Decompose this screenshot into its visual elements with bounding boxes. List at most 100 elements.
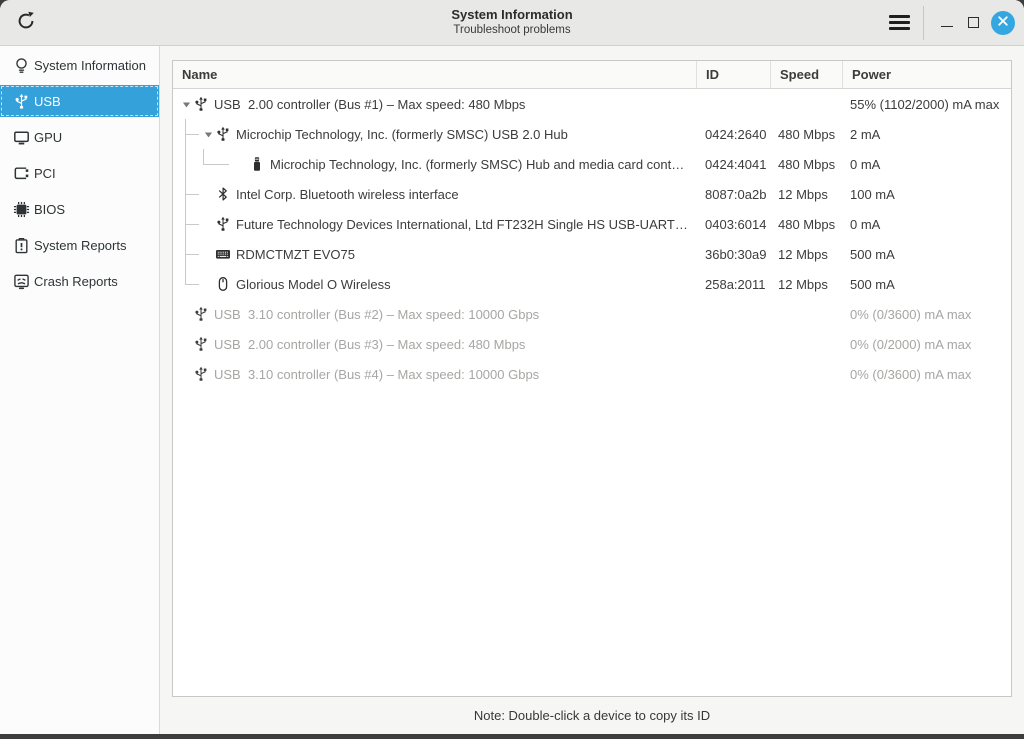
menu-icon [888,15,910,30]
refresh-button[interactable] [9,6,43,40]
app-window: System Information Troubleshoot problems [0,0,1024,734]
table-row[interactable]: USB 2.00 controller (Bus #1) – Max speed… [173,89,1011,119]
usb-icon [193,96,209,112]
expander-arrow-icon[interactable] [201,127,215,141]
sidebar: System Information USB GPU PCI BIOS System Re… [0,46,160,734]
bios-icon [13,201,30,218]
sidebar-item-bios[interactable]: BIOS [0,193,159,225]
device-name: Microchip Technology, Inc. (formerly SMS… [270,156,685,172]
usb-icon [215,126,231,142]
device-power: 55% (1102/2000) mA max [850,96,1000,112]
device-power: 0% (0/3600) mA max [850,366,972,382]
tree-guide-line [185,134,199,135]
device-name: USB 3.10 controller (Bus #4) – Max speed… [214,366,540,382]
device-name: Glorious Model O Wireless [236,276,391,292]
gpu-icon [13,129,30,146]
device-name: USB 2.00 controller (Bus #1) – Max speed… [214,96,526,112]
device-speed: 12 Mbps [778,246,828,262]
device-name-cell: Future Technology Devices International,… [173,216,697,232]
device-power: 500 mA [850,276,895,292]
device-speed: 12 Mbps [778,186,828,202]
sidebar-item-system-reports[interactable]: System Reports [0,229,159,261]
device-id: 0424:4041 [705,156,767,172]
sidebar-item-label: GPU [34,129,63,145]
device-speed: 480 Mbps [778,156,836,172]
device-id: 36b0:30a9 [705,246,767,262]
device-id: 8087:0a2b [705,186,767,202]
table-header: Name ID Speed Power [173,61,1011,89]
close-icon [997,15,1009,30]
device-power: 0 mA [850,216,881,232]
close-button[interactable] [991,10,1015,35]
device-name-cell: Microchip Technology, Inc. (formerly SMS… [173,156,697,172]
titlebar-heading: System Information Troubleshoot problems [451,7,572,38]
usb-icon [13,93,30,110]
device-power: 500 mA [850,246,895,262]
window-controls [881,5,1024,40]
table-row[interactable]: Microchip Technology, Inc. (formerly SMS… [173,149,1011,179]
device-power: 0% (0/2000) mA max [850,336,972,352]
device-name-cell: USB 3.10 controller (Bus #2) – Max speed… [173,306,697,322]
device-name: USB 2.00 controller (Bus #3) – Max speed… [214,336,526,352]
tree-guide-line [185,119,186,284]
table-row[interactable]: Intel Corp. Bluetooth wireless interface… [173,179,1011,209]
tree-guide-line [185,254,199,255]
column-header-speed[interactable]: Speed [771,61,843,88]
table-row[interactable]: USB 3.10 controller (Bus #4) – Max speed… [173,359,1011,389]
device-name: USB 3.10 controller (Bus #2) – Max speed… [214,306,540,322]
table-row[interactable]: USB 2.00 controller (Bus #3) – Max speed… [173,329,1011,359]
device-name-cell: Microchip Technology, Inc. (formerly SMS… [173,126,697,142]
usb-icon [193,366,209,382]
keyboard-icon [215,246,231,262]
device-speed: 480 Mbps [778,126,836,142]
column-header-power[interactable]: Power [843,61,1011,88]
sidebar-item-label: USB [34,93,61,109]
tree-guide-line [185,284,199,285]
maximize-button[interactable] [960,8,986,38]
sidebar-item-crash-reports[interactable]: Crash Reports [0,265,159,297]
sidebar-item-pci[interactable]: PCI [0,157,159,189]
pci-icon [13,165,30,182]
sidebar-item-system-information[interactable]: System Information [0,49,159,81]
table-row[interactable]: Glorious Model O Wireless 258a:2011 12 Mbp… [173,269,1011,299]
bulb-icon [13,57,30,74]
titlebar-separator [923,5,924,40]
device-name: Intel Corp. Bluetooth wireless interface [236,186,459,202]
device-name: RDMCTMZT EVO75 [236,246,355,262]
sidebar-item-usb[interactable]: USB [0,85,159,117]
expander-arrow-icon[interactable] [179,97,193,111]
column-header-name[interactable]: Name [173,61,697,88]
table-body: USB 2.00 controller (Bus #1) – Max speed… [173,89,1011,696]
tree-guide-line [203,149,204,164]
device-name-cell: USB 3.10 controller (Bus #4) – Max speed… [173,366,697,382]
device-speed: 480 Mbps [778,216,836,232]
device-name-cell: RDMCTMZT EVO75 [173,246,697,262]
sidebar-item-label: System Information [34,57,146,73]
sidebar-item-label: Crash Reports [34,273,118,289]
device-id: 258a:2011 [705,276,766,292]
content-area: Name ID Speed Power USB 2.00 controller (Bu… [160,46,1024,734]
column-header-id[interactable]: ID [697,61,771,88]
window-subtitle: Troubleshoot problems [453,24,571,37]
table-row[interactable]: RDMCTMZT EVO75 36b0:30a9 12 Mbps 500 mA [173,239,1011,269]
menu-button[interactable] [881,6,917,40]
minimize-button[interactable] [934,8,960,38]
crash-icon [13,273,30,290]
device-table: Name ID Speed Power USB 2.00 controller (Bu… [172,60,1012,697]
table-row[interactable]: USB 3.10 controller (Bus #2) – Max speed… [173,299,1011,329]
app-body: System Information USB GPU PCI BIOS System Re… [0,46,1024,734]
device-power: 2 mA [850,126,881,142]
device-power: 0% (0/3600) mA max [850,306,972,322]
sidebar-item-gpu[interactable]: GPU [0,121,159,153]
device-id: 0424:2640 [705,126,767,142]
table-row[interactable]: Microchip Technology, Inc. (formerly SMS… [173,119,1011,149]
device-id: 0403:6014 [705,216,767,232]
table-row[interactable]: Future Technology Devices International,… [173,209,1011,239]
titlebar[interactable]: System Information Troubleshoot problems [0,0,1024,46]
